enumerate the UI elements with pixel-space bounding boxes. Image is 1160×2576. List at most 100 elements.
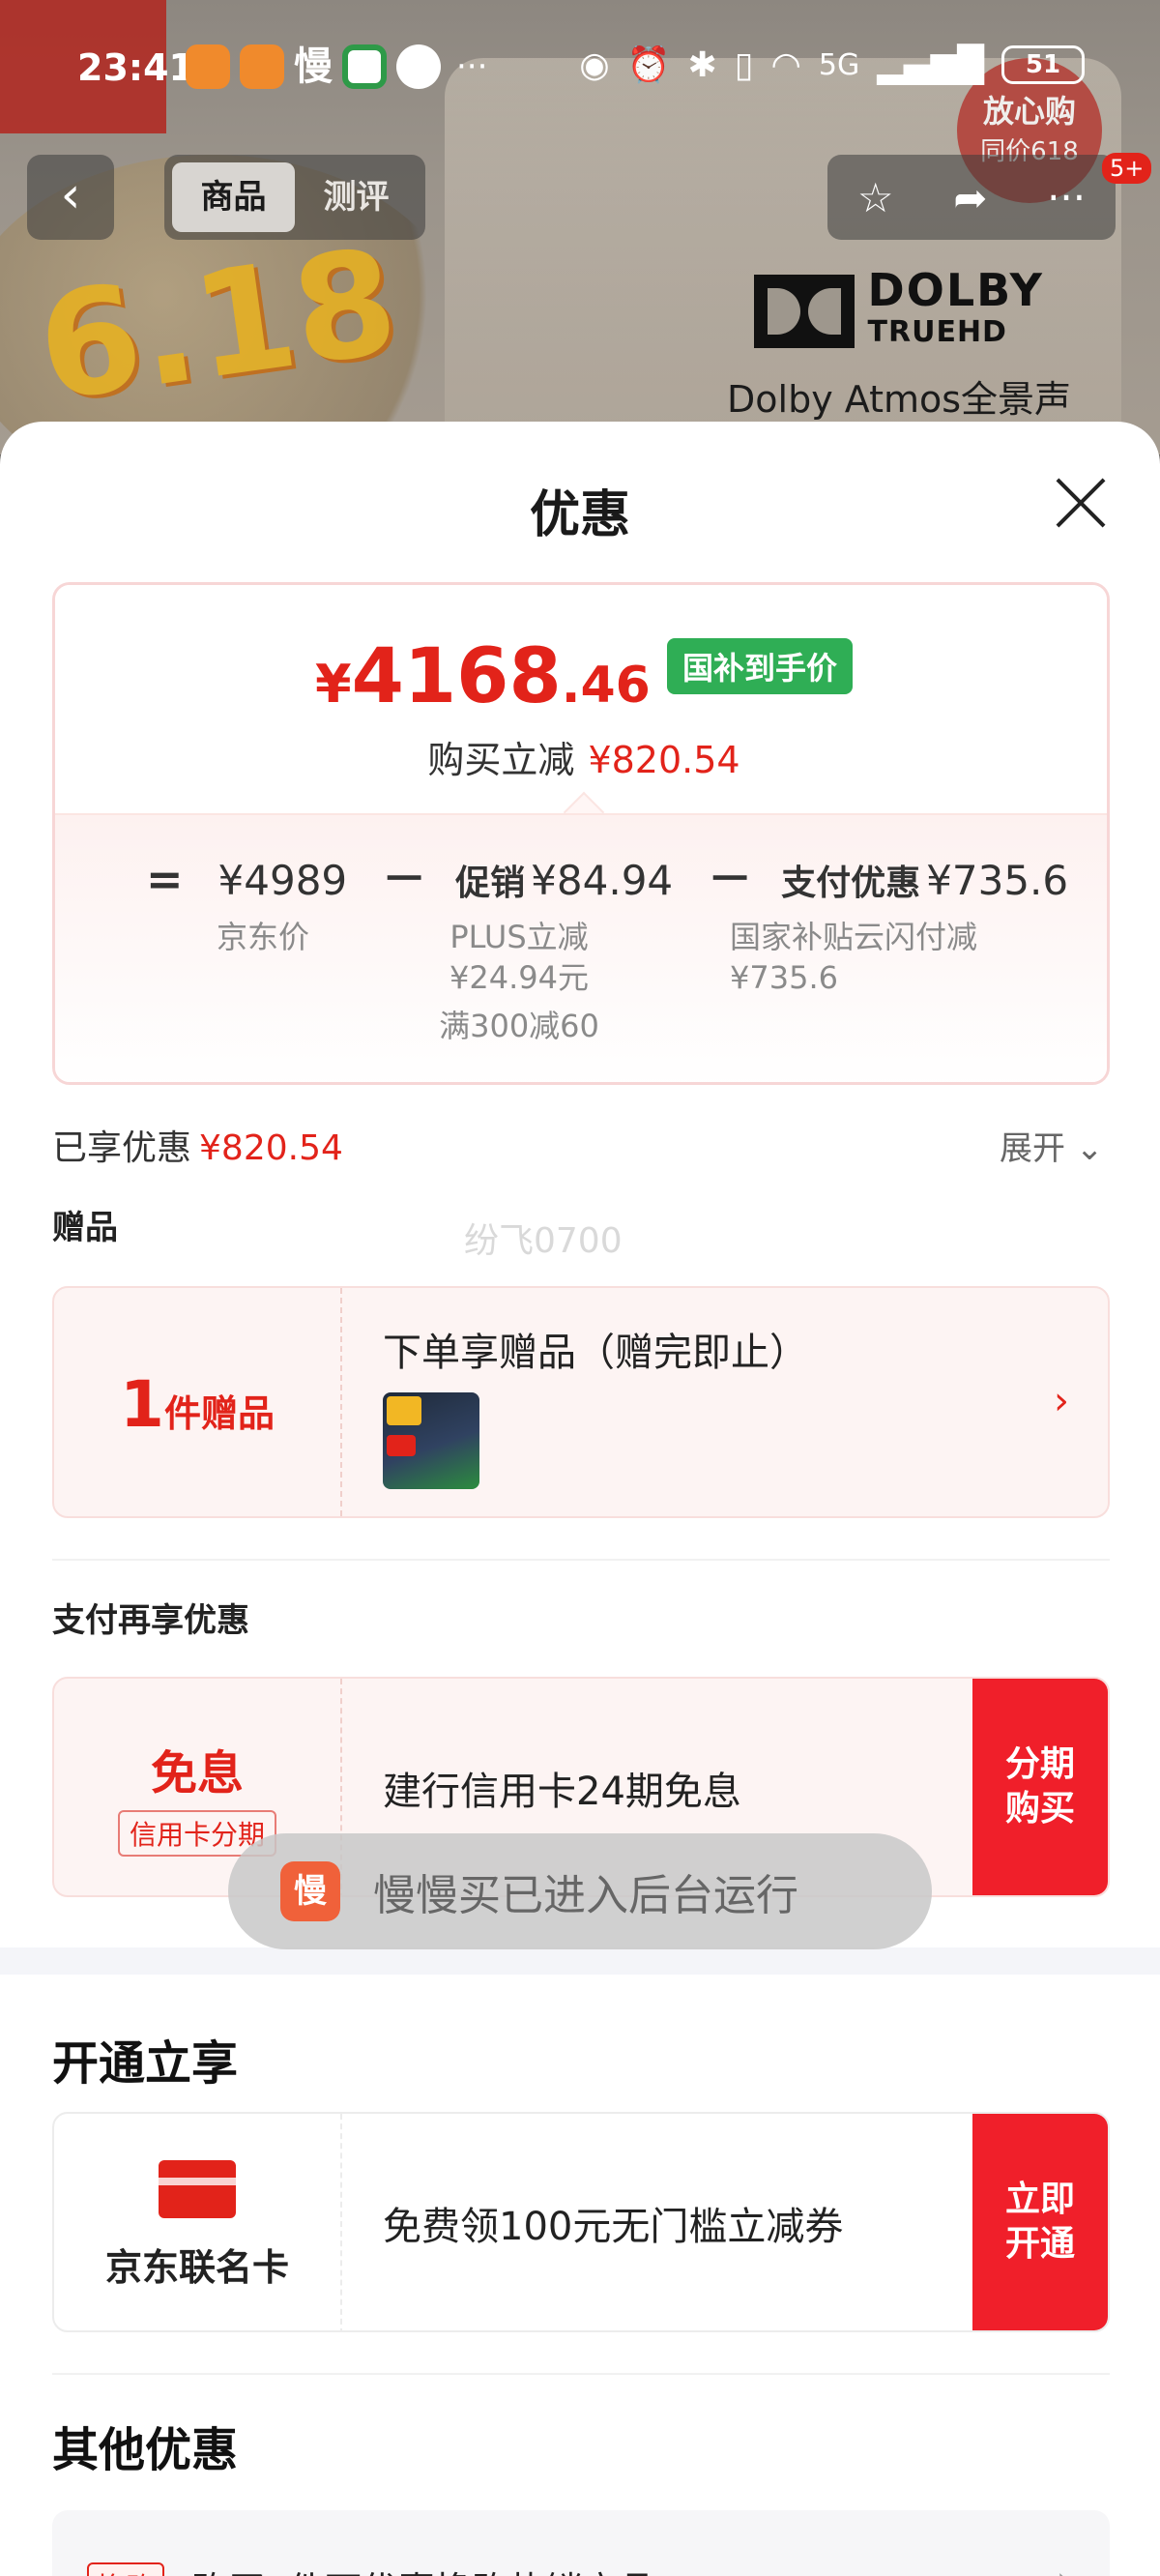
dolby-line1: DOLBY [867, 264, 1044, 316]
pay-discount-value: ¥735.6 [926, 857, 1069, 904]
enjoyed-discount: 已享优惠 ¥820.54 [52, 1120, 343, 1170]
thumbnail-badge [387, 1396, 421, 1425]
minus-sign: － [708, 853, 753, 905]
expand-label: 展开 [1000, 1129, 1065, 1168]
other-offer-row[interactable]: 换购 购买1件可优惠换购热销商品 › [52, 2510, 1110, 2576]
price-summary-top: ¥4168.46 国补到手价 购买立减 ¥820.54 [55, 585, 1107, 813]
dolby-mark: DOLBY TRUEHD [754, 268, 1044, 354]
base-price-label: 京东价 [216, 919, 309, 955]
slow-app-icon: 慢 [280, 1861, 340, 1921]
promo-note-threshold: 满300减60 [439, 1008, 599, 1044]
gift-title: 下单享赠品（赠完即止） [383, 1331, 808, 1375]
final-price-int: 4168 [351, 633, 562, 720]
promo-note-plus: PLUS立减 [450, 919, 589, 955]
final-price: ¥4168.46 国补到手价 [55, 633, 1107, 720]
installment-buy-label: 分期 购买 [1005, 1742, 1075, 1831]
battery-icon: 51 [1001, 45, 1085, 84]
gift-count-unit: 件赠品 [163, 1392, 275, 1435]
button-line: 分期 [1004, 1744, 1075, 1784]
tab-review[interactable]: 测评 [295, 162, 418, 232]
more-dots-icon: ··· [456, 47, 488, 86]
watermark: 纷飞0700 [464, 1221, 623, 1261]
star-icon[interactable]: ☆ [857, 174, 894, 221]
minus-sign: － [382, 853, 427, 905]
notification-badge: 5+ [1102, 153, 1152, 184]
status-time: 23:41 [77, 46, 194, 89]
gift-count: 1件赠品 [54, 1288, 342, 1516]
network-label: 5G [818, 47, 860, 82]
top-tab-switch: 商品 测评 [164, 155, 425, 240]
hand-icon [396, 44, 441, 89]
cobrand-badge: 京东联名卡 [54, 2114, 342, 2330]
top-toolbar: ☆ ➦ ··· [827, 155, 1116, 240]
credit-card-icon [159, 2160, 236, 2218]
divider [52, 2373, 1110, 2375]
enjoyed-value: ¥820.54 [199, 1128, 343, 1168]
dolby-logo: DOLBY TRUEHD [754, 268, 1044, 354]
chevron-right-icon: › [1057, 2559, 1071, 2576]
gift-section-label: 赠品 [52, 1209, 118, 1247]
gift-thumbnail[interactable] [383, 1392, 479, 1489]
section-gap [0, 1947, 1160, 1975]
dolby-line2: TRUEHD [867, 315, 1007, 349]
slow-app-icon: 慢 [294, 44, 333, 89]
dolby-caption: Dolby Atmos全景声 [727, 378, 1072, 421]
signal-icon: ▂▄▆█ [877, 44, 984, 85]
open-card-button[interactable]: 立即 开通 [972, 2114, 1108, 2330]
cobrand-card: 京东联名卡 免费领100元无门槛立减券 立即 开通 [52, 2112, 1110, 2332]
notification-app-icon [186, 44, 230, 89]
button-line: 立即 [1004, 2180, 1075, 2219]
base-price: ¥4989 [218, 857, 348, 904]
promo-note-amount: ¥24.94元 [450, 959, 589, 996]
pay-discount-label: 支付优惠 [781, 864, 921, 903]
price-summary-card: ¥4168.46 国补到手价 购买立减 ¥820.54 = ¥4989 － 促销 … [52, 582, 1110, 1085]
background-run-toast: 慢 慢慢买已进入后台运行 [228, 1833, 932, 1949]
dolby-wordmark: DOLBY TRUEHD [867, 268, 1044, 354]
pay-section-label: 支付再享优惠 [52, 1601, 249, 1640]
final-price-dec: .46 [561, 657, 651, 715]
discount-sheet: 优惠 ¥4168.46 国补到手价 购买立减 ¥820.54 = ¥4989 － … [0, 422, 1160, 2576]
open-card-label: 立即 开通 [1005, 2178, 1075, 2267]
discount-line: 购买立减 ¥820.54 [55, 730, 1107, 783]
installment-buy-button[interactable]: 分期 购买 [972, 1679, 1108, 1895]
button-line: 开通 [1004, 2224, 1075, 2264]
trade-in-tag: 换购 [87, 2562, 164, 2576]
breakdown-formula: = ¥4989 － 促销 ¥84.94 － 支付优惠 ¥735.6 [146, 844, 1068, 908]
back-button[interactable]: ‹ [27, 155, 114, 240]
vibrate-icon: ▯ [734, 44, 754, 85]
tab-product[interactable]: 商品 [172, 162, 295, 232]
thumbnail-badge [387, 1435, 416, 1456]
sheet-title: 优惠 [529, 486, 630, 544]
chevron-down-icon: ⌄ [1075, 1129, 1104, 1168]
toast-text: 慢慢买已进入后台运行 [373, 1871, 798, 1920]
expand-button[interactable]: 展开 ⌄ [1000, 1122, 1103, 1169]
other-section-title: 其他优惠 [52, 2423, 239, 2477]
other-offer-text: 购买1件可优惠换购热销商品 [191, 2561, 655, 2576]
subsidy-price-tag: 国补到手价 [666, 638, 853, 694]
close-icon[interactable] [1054, 476, 1108, 530]
pay-note-amount: ¥735.6 [730, 959, 838, 996]
chevron-left-icon: ‹ [60, 166, 81, 224]
alarm-icon: ⏰ [626, 45, 671, 85]
gift-card[interactable]: 1件赠品 下单享赠品（赠完即止） › [52, 1286, 1110, 1518]
price-breakdown: = ¥4989 － 促销 ¥84.94 － 支付优惠 ¥735.6 京东价 PL… [55, 813, 1107, 1082]
equals-sign: = [146, 853, 184, 905]
gift-count-number: 1 [120, 1367, 164, 1442]
wifi-icon: ◠ [770, 44, 801, 85]
pay-note-label: 国家补贴云闪付减 [730, 919, 978, 955]
join-section-title: 开通立享 [52, 2036, 239, 2091]
share-icon[interactable]: ➦ [953, 174, 987, 221]
status-indicators: ◉ ⏰ ✱ ▯ ◠ 5G ▂▄▆█ 51 [579, 44, 1085, 85]
status-app-icons: 慢 ··· [186, 44, 487, 89]
status-bar: 23:41 慢 ··· ◉ ⏰ ✱ ▯ ◠ 5G ▂▄▆█ 51 [0, 39, 1160, 101]
bluetooth-icon: ✱ [687, 44, 717, 85]
cobrand-name: 京东联名卡 [104, 2246, 289, 2289]
installment-desc: 建行信用卡24期免息 [383, 1770, 741, 1814]
more-icon[interactable]: ··· [1047, 174, 1086, 221]
enjoyed-label: 已享优惠 [52, 1128, 192, 1168]
discount-value: ¥820.54 [588, 739, 740, 781]
cobrand-desc: 免费领100元无门槛立减券 [383, 2205, 844, 2249]
divider [52, 1559, 1110, 1561]
eye-icon: ◉ [579, 44, 610, 85]
final-price-yen: ¥ [315, 654, 352, 715]
